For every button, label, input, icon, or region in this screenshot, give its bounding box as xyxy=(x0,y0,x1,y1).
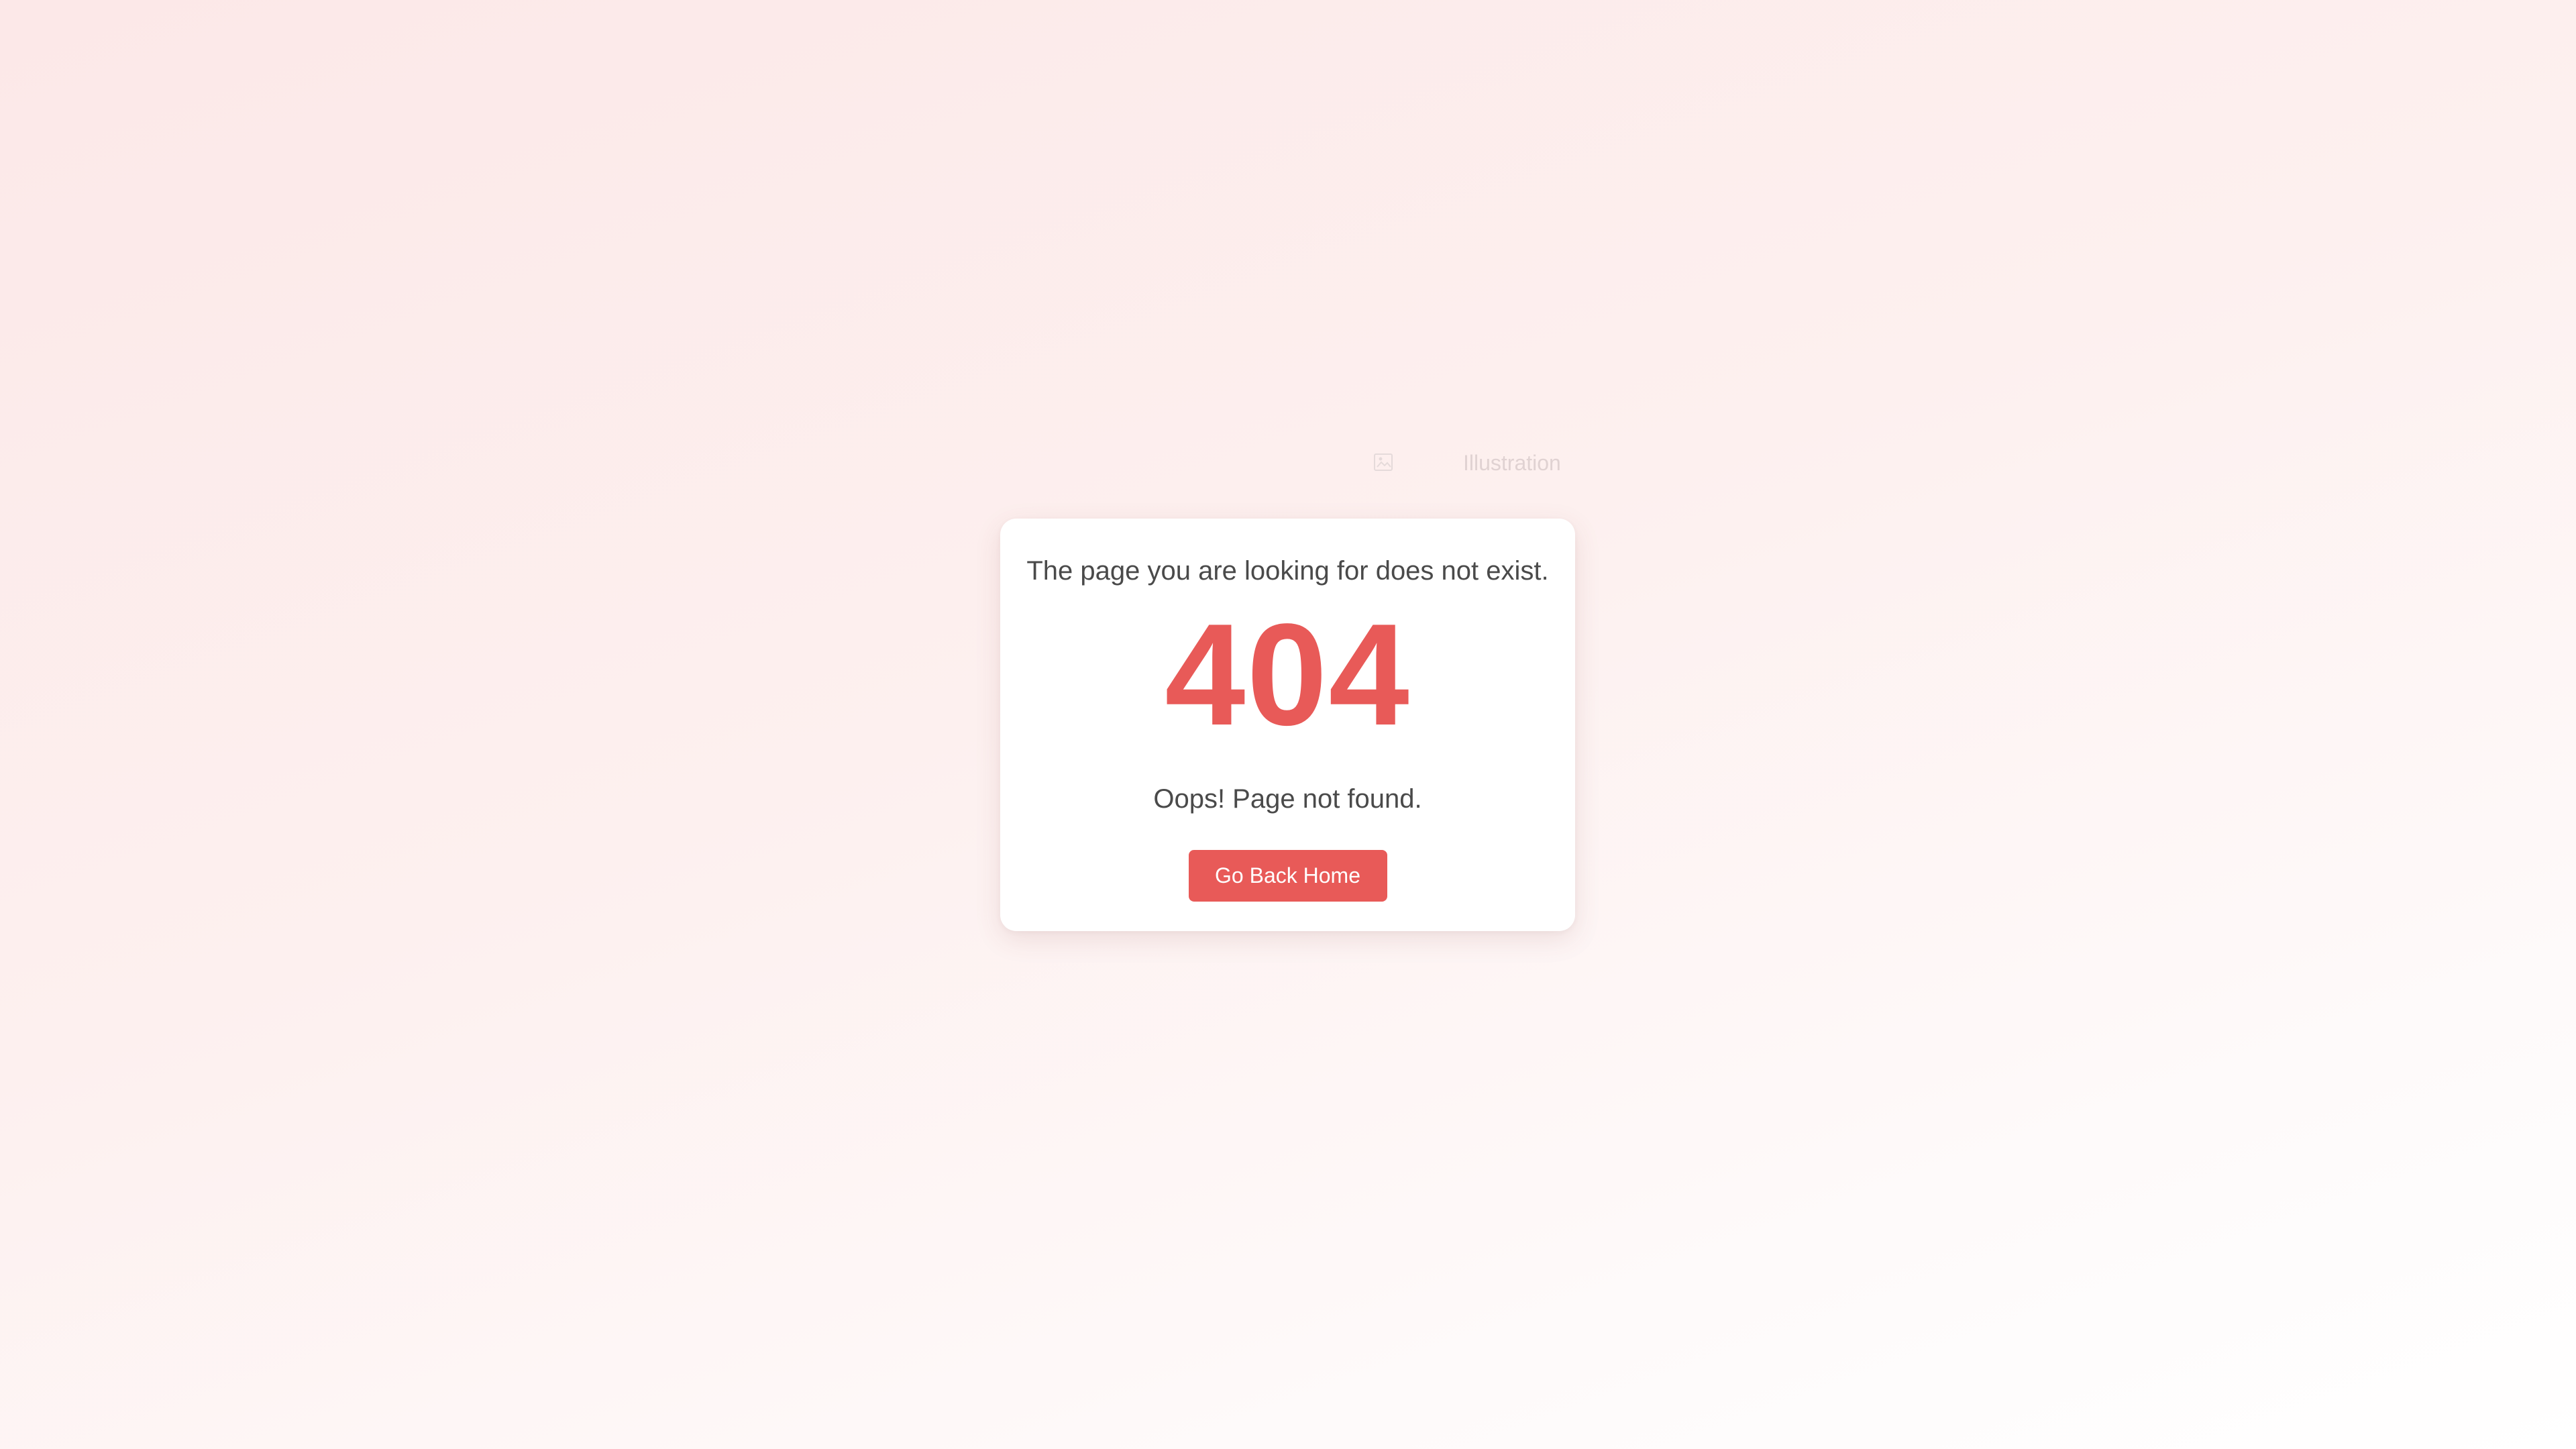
error-subtitle: Oops! Page not found. xyxy=(1153,784,1422,814)
go-back-home-button[interactable]: Go Back Home xyxy=(1188,850,1387,902)
error-message: The page you are looking for does not ex… xyxy=(1026,556,1549,586)
error-card: The page you are looking for does not ex… xyxy=(1000,519,1575,931)
broken-image-icon xyxy=(1374,453,1393,471)
illustration-alt-text: Illustration xyxy=(1463,450,1561,475)
error-code: 404 xyxy=(1165,593,1411,755)
illustration-image: Illustration xyxy=(1373,448,1561,478)
